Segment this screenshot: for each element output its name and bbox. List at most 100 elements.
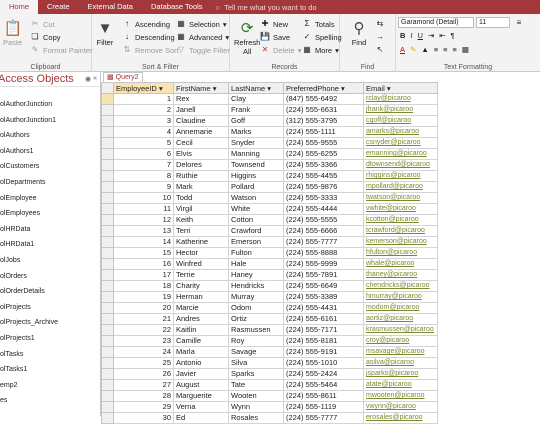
cell-lastname[interactable]: Wooten xyxy=(228,390,284,402)
font-size-select[interactable]: 11 xyxy=(476,17,510,28)
cell-preferredphone[interactable]: (224) 555-6649 xyxy=(283,280,364,292)
cell-email[interactable]: csnyder@picaroo xyxy=(363,137,438,149)
cell-email[interactable]: mpollard@picaroo xyxy=(363,181,438,193)
cell-firstname[interactable]: Charity xyxy=(173,280,229,292)
cell-email[interactable]: chendricks@picaroo xyxy=(363,280,438,292)
cell-lastname[interactable]: Pollard xyxy=(228,181,284,193)
table-row[interactable]: 30 Ed Rosales (224) 555-7777 erosales@picaro… xyxy=(101,412,438,424)
cell-employeeid[interactable]: 8 xyxy=(113,170,174,182)
indent-icon[interactable]: ⇥ xyxy=(428,31,434,40)
column-header-preferredphone[interactable]: PreferredPhone ▾ xyxy=(283,82,364,94)
cell-preferredphone[interactable]: (312) 555-3795 xyxy=(283,115,364,127)
cell-lastname[interactable]: Savage xyxy=(228,346,284,358)
table-row[interactable]: 15 Hector Fulton (224) 555-8888 hfulton@pica… xyxy=(101,247,438,259)
cell-email[interactable]: croy@picaroo xyxy=(363,335,438,347)
cell-preferredphone[interactable]: (224) 555-9191 xyxy=(283,346,364,358)
format-painter-button[interactable]: ✎ Format Painter xyxy=(30,45,93,55)
cell-email[interactable]: dtownsend@picaroo xyxy=(363,159,438,171)
cell-lastname[interactable]: Goff xyxy=(228,115,284,127)
table-row[interactable]: 4 Annemarie Marks (224) 555-1111 amarks@pica… xyxy=(101,126,438,138)
query-tab[interactable]: ▩ Query2 xyxy=(103,72,143,82)
record-selector[interactable] xyxy=(101,313,114,325)
cell-lastname[interactable]: Crawford xyxy=(228,225,284,237)
nav-search-input[interactable] xyxy=(0,87,100,97)
fill-color-icon[interactable]: ▲ xyxy=(421,45,428,54)
totals-button[interactable]: Σ Totals xyxy=(302,19,335,29)
cell-preferredphone[interactable]: (224) 555-1119 xyxy=(283,401,364,413)
cell-lastname[interactable]: Frank xyxy=(228,104,284,116)
cell-email[interactable]: asilva@picaroo xyxy=(363,357,438,369)
column-header-email[interactable]: Email ▾ xyxy=(363,82,438,94)
tab-home[interactable]: Home xyxy=(0,0,39,14)
cell-email[interactable]: krasmussen@picaroo xyxy=(363,324,438,336)
record-selector[interactable] xyxy=(101,137,114,149)
cell-lastname[interactable]: Emerson xyxy=(228,236,284,248)
cell-email[interactable]: jfrank@picaroo xyxy=(363,104,438,116)
table-row[interactable]: 18 Charity Hendricks (224) 555-6649 chendric… xyxy=(101,280,438,292)
table-row[interactable]: 1 Rex Clay (847) 555-6492 rclay@picaroo xyxy=(101,93,438,105)
cell-email[interactable]: hfulton@picaroo xyxy=(363,247,438,259)
record-selector[interactable] xyxy=(101,104,114,116)
rtl-icon[interactable]: ¶ xyxy=(451,31,455,40)
cell-firstname[interactable]: Antonio xyxy=(173,357,229,369)
tab-create[interactable]: Create xyxy=(38,0,79,14)
cell-preferredphone[interactable]: (224) 555-9876 xyxy=(283,181,364,193)
record-selector[interactable] xyxy=(101,126,114,138)
cell-lastname[interactable]: White xyxy=(228,203,284,215)
cell-firstname[interactable]: Marguerite xyxy=(173,390,229,402)
record-selector[interactable] xyxy=(101,302,114,314)
toggle-filter-button[interactable]: ▽ Toggle Filter xyxy=(176,45,230,55)
cell-email[interactable]: msavage@picaroo xyxy=(363,346,438,358)
cut-button[interactable]: ✂ Cut xyxy=(30,19,55,29)
nav-object-item[interactable]: olHRData xyxy=(0,222,100,238)
cell-lastname[interactable]: Manning xyxy=(228,148,284,160)
chevron-down-icon[interactable]: ▾ xyxy=(267,84,271,93)
record-selector[interactable] xyxy=(101,115,114,127)
cell-preferredphone[interactable]: (224) 555-6631 xyxy=(283,104,364,116)
cell-employeeid[interactable]: 23 xyxy=(113,335,174,347)
font-color-icon[interactable]: A xyxy=(400,45,405,54)
ascending-button[interactable]: ↑ Ascending xyxy=(122,19,170,29)
align-right-icon[interactable]: ≡ xyxy=(453,45,457,54)
cell-employeeid[interactable]: 20 xyxy=(113,302,174,314)
cell-preferredphone[interactable]: (224) 555-3333 xyxy=(283,192,364,204)
nav-object-item[interactable]: es xyxy=(0,393,100,409)
cell-preferredphone[interactable]: (224) 555-6666 xyxy=(283,225,364,237)
cell-firstname[interactable]: Javier xyxy=(173,368,229,380)
cell-employeeid[interactable]: 5 xyxy=(113,137,174,149)
table-row[interactable]: 19 Herman Murray (224) 555-3389 hmurray@pica… xyxy=(101,291,438,303)
nav-object-item[interactable]: emp2 xyxy=(0,378,100,394)
cell-preferredphone[interactable]: (224) 555-4431 xyxy=(283,302,364,314)
table-row[interactable]: 11 Virgil White (224) 555-4444 vwhite@picaro… xyxy=(101,203,438,215)
cell-employeeid[interactable]: 22 xyxy=(113,324,174,336)
cell-employeeid[interactable]: 27 xyxy=(113,379,174,391)
cell-lastname[interactable]: Silva xyxy=(228,357,284,369)
record-selector[interactable] xyxy=(101,335,114,347)
align-left-icon[interactable]: ≡ xyxy=(434,45,438,54)
cell-employeeid[interactable]: 14 xyxy=(113,236,174,248)
cell-lastname[interactable]: Tate xyxy=(228,379,284,391)
table-row[interactable]: 17 Terrie Haney (224) 555-7891 thaney@picaro… xyxy=(101,269,438,281)
find-button[interactable]: ⚲ Find xyxy=(350,20,368,47)
cell-email[interactable]: jsparks@picaroo xyxy=(363,368,438,380)
go-to-button[interactable]: → xyxy=(375,32,385,42)
nav-object-item[interactable]: olAuthorJunction xyxy=(0,97,100,113)
cell-firstname[interactable]: Terrie xyxy=(173,269,229,281)
cell-preferredphone[interactable]: (224) 555-7777 xyxy=(283,412,364,424)
nav-object-item[interactable]: olEmployees xyxy=(0,206,100,222)
nav-object-item[interactable]: olJobs xyxy=(0,253,100,269)
cell-email[interactable]: tcrawford@picaroo xyxy=(363,225,438,237)
record-selector[interactable] xyxy=(101,93,114,105)
table-row[interactable]: 6 Elvis Manning (224) 555-6255 emanning@pica… xyxy=(101,148,438,160)
cell-employeeid[interactable]: 18 xyxy=(113,280,174,292)
cell-employeeid[interactable]: 17 xyxy=(113,269,174,281)
cell-preferredphone[interactable]: (224) 555-7777 xyxy=(283,236,364,248)
cell-email[interactable]: aortiz@picaroo xyxy=(363,313,438,325)
nav-object-item[interactable]: olEmployee xyxy=(0,191,100,207)
cell-email[interactable]: emanning@picaroo xyxy=(363,148,438,160)
cell-preferredphone[interactable]: (224) 555-1010 xyxy=(283,357,364,369)
table-row[interactable]: 16 Winfred Hale (224) 555-9999 whale@picaroo xyxy=(101,258,438,270)
cell-email[interactable]: amarks@picaroo xyxy=(363,126,438,138)
gridlines-icon[interactable]: ▦ xyxy=(462,45,469,54)
record-selector[interactable] xyxy=(101,181,114,193)
